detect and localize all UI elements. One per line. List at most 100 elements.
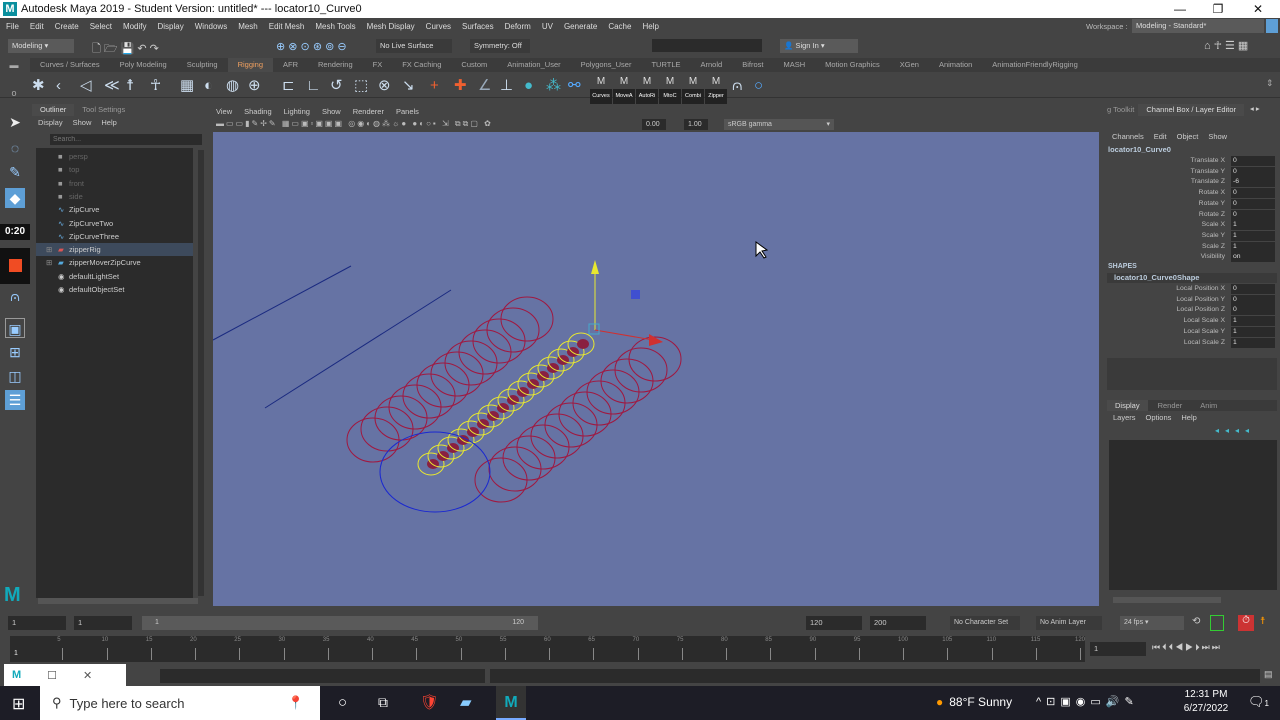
outliner-menu-display[interactable]: Display — [38, 118, 63, 127]
zipper-control-circle[interactable] — [360, 406, 414, 452]
select-tool-icon[interactable]: ➤ — [5, 112, 25, 132]
shelf-tab-rendering[interactable]: Rendering — [308, 58, 363, 72]
file-icons[interactable]: 🗋 🗁 💾 ↶ ↷ — [92, 40, 159, 59]
menu-edit[interactable]: Edit — [30, 22, 44, 31]
curve-tool-icon[interactable]: ⩀ — [5, 286, 25, 306]
shelf-button-movea[interactable]: M MoveA — [613, 74, 635, 104]
channel-value[interactable]: 1 — [1231, 337, 1275, 348]
shelf-tab-arnold[interactable]: Arnold — [691, 58, 733, 72]
bind-skin-icon[interactable]: ≪ — [104, 78, 120, 93]
channel-value[interactable]: 0 — [1231, 166, 1275, 177]
shelf-tab-custom[interactable]: Custom — [451, 58, 497, 72]
channel-row[interactable]: Local Scale Y 1 — [1103, 326, 1280, 338]
auto-key-icon[interactable]: ⏱ — [1238, 615, 1254, 631]
menu-display[interactable]: Display — [158, 22, 184, 31]
menu-create[interactable]: Create — [55, 22, 79, 31]
end-time-field[interactable]: 200 — [870, 616, 926, 630]
shelf-tab-animation-user[interactable]: Animation_User — [497, 58, 570, 72]
weather-widget[interactable]: ● 88°F Sunny — [936, 695, 1012, 709]
zipper-control-circle[interactable] — [544, 402, 598, 448]
menu-curves[interactable]: Curves — [426, 22, 451, 31]
gizmo-plane-handle[interactable] — [631, 290, 640, 299]
menu-mesh-display[interactable]: Mesh Display — [367, 22, 415, 31]
channel-row[interactable]: Translate Z -6 — [1103, 177, 1280, 188]
node-icon[interactable]: ⚯ — [568, 78, 581, 93]
channel-value[interactable]: 1 — [1231, 326, 1275, 337]
ik-handle-icon[interactable]: ‹ — [56, 78, 61, 93]
zipper-control-circle[interactable] — [486, 307, 540, 353]
cb-menu-show[interactable]: Show — [1208, 132, 1227, 141]
character-set-dropdown[interactable]: No Character Set — [950, 616, 1020, 630]
minimize-button[interactable]: — — [1160, 0, 1200, 18]
constraint-aim-icon[interactable]: ⊗ — [378, 78, 391, 93]
restore-icon[interactable]: ☐ — [47, 669, 57, 682]
shelf-tab-animation[interactable]: Animation — [929, 58, 982, 72]
sign-in-button[interactable]: 👤 Sign In ▾ — [780, 39, 858, 53]
channel-value[interactable]: 0 — [1231, 284, 1275, 294]
menu-windows[interactable]: Windows — [195, 22, 227, 31]
outliner-item[interactable]: ■ front — [36, 177, 193, 190]
viewport-menu-renderer[interactable]: Renderer — [353, 107, 384, 116]
snap-icons[interactable]: ⊕ ⊗ ⊙ ⊛ ⊚ ⊖ — [276, 40, 347, 53]
viewport-toolbar-icons[interactable]: ▬▭▭▮✎✢✎ ▦▭▣▫▣▣▣ ◎◉◐◍⁂☼● ●◐○▪ ⇲ ⧉⧉▢ ✿ — [216, 119, 493, 131]
zipper-control-circle[interactable] — [502, 435, 556, 481]
notifications-icon[interactable]: 🗨1 — [1248, 694, 1269, 710]
color-space-dropdown[interactable]: sRGB gamma ▾ — [724, 119, 834, 130]
ik-spline-icon[interactable]: ◁ — [80, 78, 92, 93]
symmetry-dropdown[interactable]: Symmetry: Off — [470, 39, 530, 53]
shelf-tab-sculpting[interactable]: Sculpting — [177, 58, 228, 72]
reset-transform-icon[interactable]: ⁂ — [546, 78, 561, 93]
shelf-tab-poly-modeling[interactable]: Poly Modeling — [110, 58, 177, 72]
menu-help[interactable]: Help — [642, 22, 658, 31]
outliner-layout-icon[interactable]: ☰ — [5, 390, 25, 410]
minimized-window[interactable]: M ☐ ✕ — [4, 664, 126, 686]
range-slider-bar[interactable]: 1 120 — [142, 616, 538, 630]
constraint-pole-icon[interactable]: ↘ — [402, 78, 415, 93]
shelf-tab-mash[interactable]: MASH — [773, 58, 815, 72]
workspace-dropdown[interactable]: Modeling - Standard* — [1132, 19, 1264, 33]
gizmo-x-axis[interactable] — [594, 329, 654, 341]
clock[interactable]: 12:31 PM 6/27/2022 — [1180, 689, 1232, 714]
mel-input[interactable] — [160, 669, 485, 683]
tab-tool-settings[interactable]: Tool Settings — [74, 104, 133, 116]
channel-value[interactable]: 1 — [1231, 220, 1275, 231]
skeleton-icon[interactable]: ☥ — [150, 78, 161, 93]
shelf-tab-afr[interactable]: AFR — [273, 58, 308, 72]
channel-value[interactable]: -6 — [1231, 177, 1275, 188]
playback-start-field[interactable]: 1 — [74, 616, 132, 630]
shelf-tab-fx[interactable]: FX — [363, 58, 393, 72]
layer-menu-help[interactable]: Help — [1181, 413, 1196, 422]
mover-circle[interactable] — [379, 431, 491, 513]
close-button[interactable]: ✕ — [1238, 0, 1278, 18]
tab-channel-box[interactable]: Channel Box / Layer Editor — [1138, 104, 1245, 116]
outliner-item[interactable]: ∿ ZipCurveThree — [36, 230, 193, 243]
zero-out-icon[interactable]: ● — [524, 78, 533, 93]
menu-modify[interactable]: Modify — [123, 22, 147, 31]
zipper-control-circle[interactable] — [558, 391, 612, 437]
outliner-item[interactable]: ⊞ ▰ zipperRig — [36, 243, 193, 257]
outliner-item[interactable]: ■ top — [36, 163, 193, 176]
menu-select[interactable]: Select — [90, 22, 112, 31]
task-view-icon[interactable]: ⧉ — [378, 694, 388, 711]
zipper-control-circle[interactable] — [416, 362, 470, 408]
quick-input-field[interactable] — [652, 39, 762, 52]
gizmo-y-arrow[interactable] — [591, 260, 599, 274]
locator-icon[interactable]: + — [430, 78, 439, 93]
menu-generate[interactable]: Generate — [564, 22, 597, 31]
tab-display[interactable]: Display — [1107, 400, 1148, 411]
script-editor-icon[interactable]: ▤ — [1264, 669, 1273, 680]
zipper-control-circle[interactable] — [458, 329, 512, 375]
channel-row[interactable]: Scale Z 1 — [1103, 241, 1280, 253]
soft-mod-icon[interactable]: ⊕ — [248, 78, 261, 93]
circle-icon[interactable]: ○ — [754, 78, 763, 93]
menu-edit-mesh[interactable]: Edit Mesh — [269, 22, 305, 31]
lasso-tool-icon[interactable]: ◌ — [5, 138, 25, 158]
channel-row[interactable]: Local Scale X 1 — [1103, 316, 1280, 327]
maximize-button[interactable]: ❐ — [1198, 0, 1238, 18]
zipper-control-circle[interactable] — [346, 417, 400, 463]
expand-icon[interactable]: ⊞ — [46, 243, 52, 256]
channel-value[interactable]: 0 — [1231, 294, 1275, 305]
outliner-item[interactable]: ◉ defaultLightSet — [36, 270, 193, 283]
shelf-scroll-icon[interactable]: ⇕ — [1266, 76, 1274, 91]
cb-menu-edit[interactable]: Edit — [1154, 132, 1167, 141]
